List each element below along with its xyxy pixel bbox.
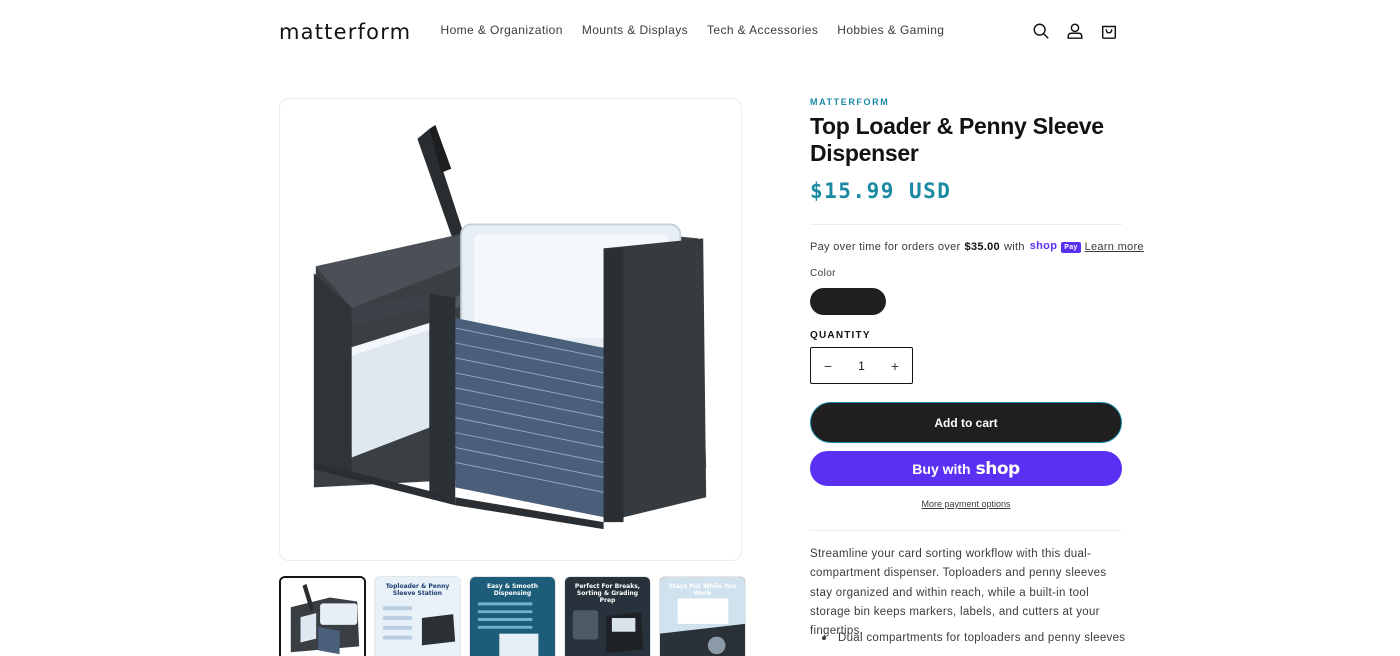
thumbnail-1[interactable] bbox=[279, 576, 366, 656]
product-thumbnails: Toploader & Penny Sleeve Station Easy & … bbox=[279, 576, 746, 656]
installments-prefix: Pay over time for orders over bbox=[810, 240, 961, 253]
account-icon[interactable] bbox=[1058, 14, 1092, 48]
installments-amount: $35.00 bbox=[964, 240, 1000, 253]
product-title: Top Loader & Penny Sleeve Dispenser bbox=[810, 113, 1104, 166]
shop-word: shop bbox=[1029, 240, 1058, 252]
thumbnail-3[interactable]: Easy & Smooth Dispensing bbox=[469, 576, 556, 656]
nav-item-tech-accessories[interactable]: Tech & Accessories bbox=[698, 23, 828, 37]
quantity-increase-button[interactable]: + bbox=[878, 348, 912, 383]
add-to-cart-button[interactable]: Add to cart bbox=[810, 402, 1122, 443]
learn-more-link[interactable]: Learn more bbox=[1085, 241, 1144, 253]
shop-logo-text: shop bbox=[975, 458, 1021, 479]
quantity-stepper: − + bbox=[810, 347, 913, 384]
color-swatch-black[interactable] bbox=[810, 288, 886, 315]
thumbnail-caption: Stays Put While You Work bbox=[668, 583, 737, 597]
color-label: Color bbox=[810, 268, 836, 279]
cart-icon[interactable] bbox=[1092, 14, 1126, 48]
shop-pay-logo: shop Pay bbox=[1030, 240, 1085, 253]
header-icons bbox=[1024, 14, 1126, 48]
nav-item-home-organization[interactable]: Home & Organization bbox=[431, 23, 572, 37]
quantity-input[interactable] bbox=[846, 358, 877, 373]
thumbnail-caption: Toploader & Penny Sleeve Station bbox=[385, 583, 450, 597]
thumbnail-2[interactable]: Toploader & Penny Sleeve Station bbox=[374, 576, 461, 656]
product-vendor: MATTERFORM bbox=[810, 97, 890, 107]
main-nav: Home & Organization Mounts & Displays Te… bbox=[431, 23, 954, 37]
thumbnail-caption: Perfect For Breaks, Sorting & Grading Pr… bbox=[574, 583, 641, 604]
quantity-label: QUANTITY bbox=[810, 330, 871, 341]
search-icon[interactable] bbox=[1024, 14, 1058, 48]
bullet-dot bbox=[822, 636, 826, 640]
quantity-decrease-button[interactable]: − bbox=[811, 348, 845, 383]
divider bbox=[810, 224, 1122, 225]
feature-text: Dual compartments for toploaders and pen… bbox=[838, 632, 1126, 644]
more-payment-options-link[interactable]: More payment options bbox=[810, 499, 1122, 509]
shop-pay-badge: Pay bbox=[1061, 242, 1081, 253]
feature-list-item: Dual compartments for toploaders and pen… bbox=[822, 632, 1126, 644]
product-description: Streamline your card sorting workflow wi… bbox=[810, 548, 1107, 638]
thumbnail-5[interactable]: Stays Put While You Work bbox=[659, 576, 746, 656]
site-header: matterform Home & Organization Mounts & … bbox=[0, 0, 1400, 62]
product-price: $15.99 USD bbox=[810, 179, 952, 203]
product-main-image[interactable] bbox=[279, 98, 742, 561]
thumbnail-4[interactable]: Perfect For Breaks, Sorting & Grading Pr… bbox=[564, 576, 651, 656]
thumbnail-caption: Easy & Smooth Dispensing bbox=[487, 583, 538, 597]
buy-with-label: Buy with bbox=[912, 460, 971, 477]
nav-item-mounts-displays[interactable]: Mounts & Displays bbox=[572, 23, 697, 37]
site-logo[interactable]: matterform bbox=[279, 20, 411, 44]
installments-with: with bbox=[1003, 240, 1025, 253]
nav-item-hobbies-gaming[interactable]: Hobbies & Gaming bbox=[828, 23, 954, 37]
divider bbox=[810, 530, 1122, 531]
installments-message: Pay over time for orders over $35.00 wit… bbox=[810, 240, 1144, 253]
buy-with-shop-button[interactable]: Buy with shop bbox=[810, 451, 1122, 486]
